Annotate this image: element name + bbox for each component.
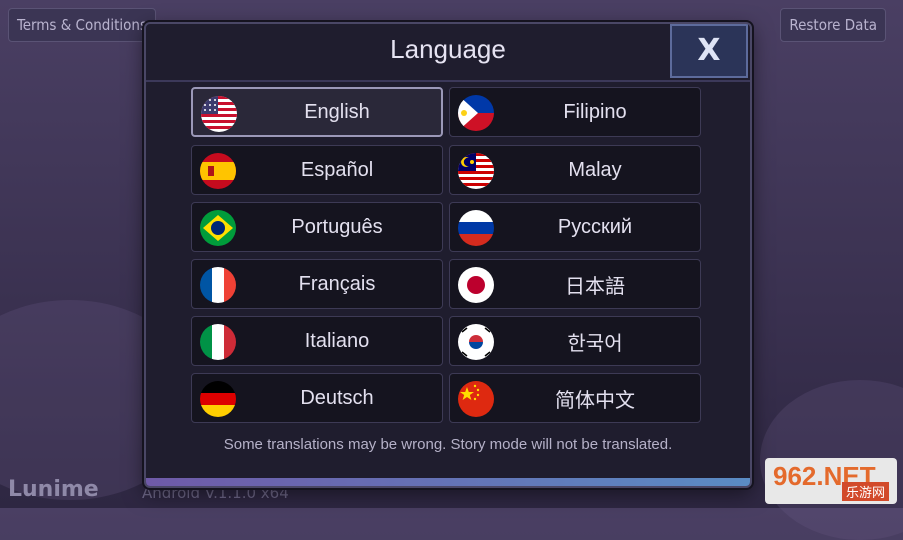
language-option-malay[interactable]: Malay xyxy=(449,145,701,195)
korea-flag-icon xyxy=(458,324,494,360)
us-flag-icon xyxy=(201,96,237,132)
brazil-flag-icon xyxy=(200,210,236,246)
language-option-korean[interactable]: 한국어 xyxy=(449,316,701,366)
language-option-espanol[interactable]: Español xyxy=(191,145,443,195)
germany-flag-icon xyxy=(200,381,236,417)
language-label: English xyxy=(304,100,370,123)
language-label: Filipino xyxy=(563,100,627,123)
italy-flag-icon xyxy=(200,324,236,360)
language-option-japanese[interactable]: 日本語 xyxy=(449,259,701,309)
language-option-francais[interactable]: Français xyxy=(191,259,443,309)
japan-flag-icon xyxy=(458,267,494,303)
language-option-italiano[interactable]: Italiano xyxy=(191,316,443,366)
site-watermark: 962.NET 乐游网 xyxy=(765,458,897,504)
language-option-filipino[interactable]: Filipino xyxy=(449,87,701,137)
dialog-bottom-bar xyxy=(146,478,750,486)
dialog-title: Language xyxy=(390,34,506,64)
language-label: Русский xyxy=(557,215,633,238)
terms-conditions-button[interactable]: Terms & Conditions xyxy=(8,8,156,42)
restore-data-button[interactable]: Restore Data xyxy=(780,8,886,42)
language-label: 日本語 xyxy=(565,275,625,298)
close-button[interactable]: X xyxy=(670,24,748,78)
language-option-english[interactable]: English xyxy=(191,87,443,137)
language-label: Deutsch xyxy=(300,386,374,409)
language-dialog: Language X English Filipino Español Mala… xyxy=(144,22,752,488)
language-label: 简体中文 xyxy=(555,389,635,412)
language-option-deutsch[interactable]: Deutsch xyxy=(191,373,443,423)
language-label: Italiano xyxy=(304,329,370,352)
china-flag-icon xyxy=(458,381,494,417)
philippines-flag-icon xyxy=(458,95,494,131)
watermark-subtext: 乐游网 xyxy=(841,482,889,501)
language-label: Português xyxy=(291,215,383,238)
spain-flag-icon xyxy=(200,153,236,189)
russia-flag-icon xyxy=(458,210,494,246)
language-option-chinese[interactable]: 简体中文 xyxy=(449,373,701,423)
language-label: Español xyxy=(300,158,374,181)
language-label: 한국어 xyxy=(567,332,623,355)
france-flag-icon xyxy=(200,267,236,303)
language-label: Malay xyxy=(568,158,622,181)
lunime-logo: Lunime xyxy=(8,477,99,502)
language-option-russian[interactable]: Русский xyxy=(449,202,701,252)
language-label: Français xyxy=(298,272,376,295)
language-option-portugues[interactable]: Português xyxy=(191,202,443,252)
dialog-header: Language X xyxy=(146,24,750,82)
translation-note: Some translations may be wrong. Story mo… xyxy=(223,436,673,453)
malaysia-flag-icon xyxy=(458,153,494,189)
